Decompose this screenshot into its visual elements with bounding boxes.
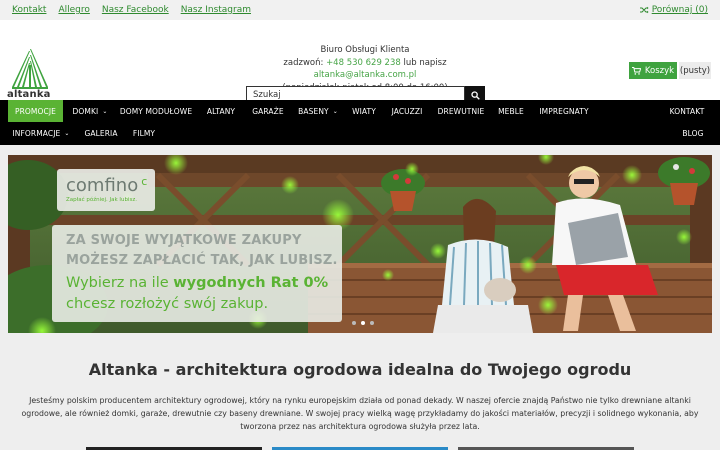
promo-banner[interactable]: comfino c Zapłać później. Jak lubisz. ZA … — [8, 155, 712, 333]
nav-label: FILMY — [132, 128, 156, 138]
top-bar: Kontakt Allegro Nasz Facebook Nasz Insta… — [0, 0, 720, 20]
main-nav: PROMOCJE DOMKI ⌄ DOMY MODUŁOWE ALTANY GAR… — [0, 100, 720, 145]
brand-mark-icon: c — [141, 175, 148, 188]
nav-item-garaze[interactable]: GARAŻE — [246, 100, 290, 122]
nav-item-meble[interactable]: MEBLE — [492, 100, 530, 122]
comfino-brand: comfino c — [66, 175, 147, 196]
link-facebook[interactable]: Nasz Facebook — [102, 5, 169, 15]
link-instagram[interactable]: Nasz Instagram — [181, 5, 251, 15]
nav-item-blog[interactable]: BLOG — [676, 122, 710, 144]
chevron-down-icon: ⌄ — [102, 107, 108, 115]
link-kontakt[interactable]: Kontakt — [12, 5, 46, 15]
nav-label: ALTANY — [206, 106, 236, 116]
nav-label: IMPREGNATY — [539, 106, 589, 116]
nav-item-drewutnie[interactable]: DREWUTNIE — [434, 100, 488, 122]
top-links: Kontakt Allegro Nasz Facebook Nasz Insta… — [12, 5, 251, 15]
service-or: lub napisz — [403, 57, 447, 68]
nav-label: INFORMACJE — [12, 128, 61, 138]
banner-offer-1: Wybierz na ile wygodnych Rat 0% — [66, 275, 328, 291]
service-email[interactable]: altanka@altanka.com.pl — [314, 70, 417, 80]
offer-prefix: Wybierz na ile — [66, 275, 174, 291]
service-title: Biuro Obsługi Klienta — [320, 45, 410, 55]
page-heading: Altanka - architektura ogrodowa idealna … — [88, 360, 632, 379]
nav-label: KONTAKT — [669, 106, 705, 116]
header: altanka Biuro Obsługi Klienta zadzwoń: +… — [0, 20, 720, 105]
cart-label: Koszyk — [644, 65, 675, 76]
service-call-prefix: zadzwoń: — [283, 57, 324, 68]
compare-label: Porównaj (0) — [651, 5, 708, 15]
nav-label: WIATY — [352, 106, 376, 116]
service-phone[interactable]: +48 530 629 238 — [326, 58, 401, 68]
link-allegro[interactable]: Allegro — [58, 5, 89, 15]
nav-row-1: PROMOCJE DOMKI ⌄ DOMY MODUŁOWE ALTANY GAR… — [0, 100, 720, 122]
chevron-down-icon: ⌄ — [64, 129, 70, 137]
nav-item-informacje[interactable]: INFORMACJE ⌄ — [10, 122, 72, 144]
brand-tagline: Zapłać później. Jak lubisz. — [66, 197, 137, 203]
nav-item-galeria[interactable]: GALERIA — [80, 122, 122, 144]
banner-offer-2: chcesz rozłożyć swój zakup. — [66, 296, 269, 312]
cart-button[interactable]: Koszyk — [629, 62, 677, 79]
intro-paragraph: Jesteśmy polskim producentem architektur… — [21, 396, 699, 432]
nav-item-jacuzzi[interactable]: JACUZZI — [386, 100, 428, 122]
nav-item-promocje[interactable]: PROMOCJE — [8, 100, 63, 122]
nav-label: JACUZZI — [391, 106, 423, 116]
nav-item-impregnaty[interactable]: IMPREGNATY — [534, 100, 594, 122]
nav-label: DREWUTNIE — [437, 106, 485, 116]
nav-item-altany[interactable]: ALTANY — [198, 100, 244, 122]
nav-item-kontakt[interactable]: KONTAKT — [664, 100, 710, 122]
chevron-down-icon: ⌄ — [332, 107, 338, 115]
nav-label: BASENY — [298, 106, 329, 116]
nav-item-filmy[interactable]: FILMY — [128, 122, 160, 144]
nav-item-baseny[interactable]: BASENY ⌄ — [292, 100, 344, 122]
nav-label: MEBLE — [498, 106, 524, 116]
compare-link[interactable]: Porównaj (0) — [639, 5, 708, 15]
banner-headline-1: ZA SWOJE WYJĄTKOWE ZAKUPY — [66, 233, 302, 248]
nav-row-2: INFORMACJE ⌄ GALERIA FILMY BLOG — [0, 122, 720, 144]
nav-item-domy-modulowe[interactable]: DOMY MODUŁOWE — [118, 100, 194, 122]
cart-status[interactable]: (pusty) — [679, 62, 711, 79]
logo-text: altanka — [7, 89, 51, 100]
nav-label: DOMY MODUŁOWE — [119, 106, 193, 116]
nav-label: PROMOCJE — [15, 106, 56, 116]
nav-label: BLOG — [682, 128, 704, 138]
brand-name: comfino — [66, 175, 139, 196]
search-icon — [470, 91, 480, 100]
nav-label: GALERIA — [84, 128, 118, 138]
cart-icon — [631, 66, 641, 75]
nav-item-domki[interactable]: DOMKI ⌄ — [63, 100, 117, 122]
service-contact-line: zadzwoń: +48 530 629 238 lub napisz alta… — [250, 57, 480, 82]
shuffle-icon — [639, 6, 649, 14]
offer-bold: wygodnych Rat 0% — [173, 275, 329, 291]
nav-item-wiaty[interactable]: WIATY — [346, 100, 382, 122]
banner-headline-2: MOŻESZ ZAPŁACIĆ TAK, JAK LUBISZ. — [66, 253, 338, 268]
nav-label: GARAŻE — [252, 106, 284, 116]
nav-label: DOMKI — [72, 106, 99, 116]
intro-section: Altanka - architektura ogrodowa idealna … — [0, 333, 720, 450]
